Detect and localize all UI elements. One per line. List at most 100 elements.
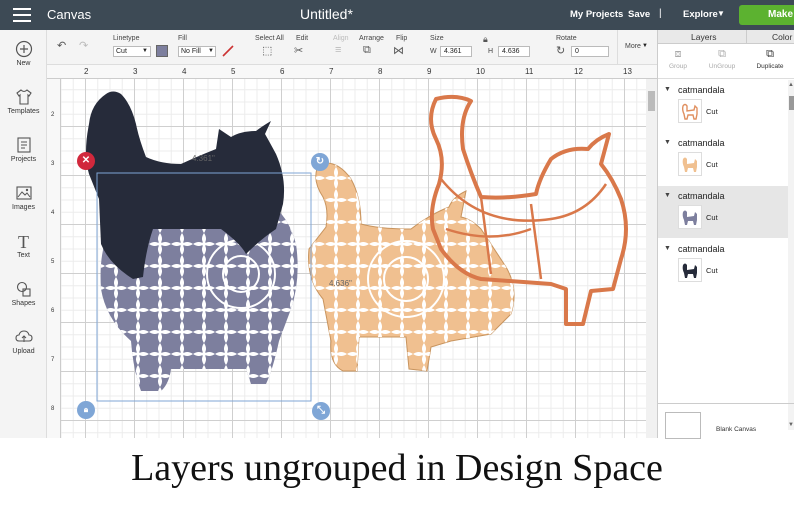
rotate-icon[interactable]: ↻ xyxy=(556,44,565,57)
caret-up-icon[interactable]: ▲ xyxy=(788,82,794,88)
tab-color[interactable]: Color xyxy=(772,32,792,42)
redo-icon[interactable]: ↷ xyxy=(79,39,88,52)
sidebar-item-label: Templates xyxy=(7,108,40,115)
document-title[interactable]: Untitled* xyxy=(300,6,353,22)
ruler-tick: 5 xyxy=(51,259,55,265)
blank-canvas-row[interactable]: Blank Canvas xyxy=(658,403,794,439)
scissors-icon[interactable]: ✂ xyxy=(294,44,303,57)
no-fill-icon[interactable] xyxy=(221,44,235,58)
arrange-icon[interactable]: ⧉ xyxy=(363,44,371,57)
group-icon: ⧈ xyxy=(674,48,682,60)
sidebar-item-projects[interactable]: Projects xyxy=(0,136,47,163)
save-link[interactable]: Save xyxy=(628,9,650,20)
tab-layers[interactable]: Layers xyxy=(691,32,717,42)
chevron-down-icon[interactable]: ▼ xyxy=(717,9,725,18)
canvas-scrollbar[interactable] xyxy=(646,79,657,438)
sidebar-item-label: Projects xyxy=(10,156,37,163)
ruler-tick: 6 xyxy=(280,67,285,76)
arrange-label: Arrange xyxy=(359,35,384,42)
canvas-label: Canvas xyxy=(47,7,92,22)
width-dimension: 4.361" xyxy=(192,154,215,163)
peach-cat-layer[interactable] xyxy=(308,162,515,372)
width-input[interactable]: 4.361 xyxy=(440,46,472,57)
sidebar-item-upload[interactable]: Upload xyxy=(0,328,47,355)
left-sidebar: New Templates Projects Images T Text Sha… xyxy=(0,30,47,438)
sidebar-item-label: Upload xyxy=(12,348,35,355)
height-dimension: 4.636" xyxy=(329,279,352,288)
caret-down-icon[interactable]: ▼ xyxy=(664,139,671,146)
plus-circle-icon xyxy=(0,40,47,60)
sidebar-item-shapes[interactable]: Shapes xyxy=(0,280,47,307)
explore-menu[interactable]: Explore xyxy=(683,9,718,20)
sidebar-item-label: Images xyxy=(12,204,35,211)
align-label: Align xyxy=(333,35,349,42)
rotate-handle-icon[interactable]: ↻ xyxy=(311,153,329,171)
make-button[interactable]: Make xyxy=(739,5,794,25)
ruler-tick: 3 xyxy=(133,67,138,76)
design-canvas[interactable]: ✕ ↻ 🔒︎ ⤡ 4.361" 4.636" xyxy=(61,79,646,438)
chevron-down-icon: ▼ xyxy=(142,48,148,54)
ruler-tick: 12 xyxy=(574,67,583,76)
ruler-tick: 13 xyxy=(623,67,632,76)
layer-group-selected[interactable]: ▼ catmandala Cut xyxy=(658,186,788,238)
linetype-color-swatch[interactable] xyxy=(156,45,168,57)
size-label: Size xyxy=(430,35,444,42)
linetype-select[interactable]: Cut ▼ xyxy=(113,46,151,57)
sidebar-item-templates[interactable]: Templates xyxy=(0,88,47,115)
ruler-top: 2 3 4 5 6 7 8 9 10 11 12 13 xyxy=(47,65,657,79)
caret-down-icon[interactable]: ▼ xyxy=(664,86,671,93)
undo-icon[interactable]: ↶ xyxy=(57,39,66,52)
select-all-icon[interactable]: ⬚ xyxy=(262,44,272,57)
edit-label: Edit xyxy=(296,35,309,42)
select-all-label: Select All xyxy=(255,35,284,42)
rotate-label: Rotate xyxy=(556,35,577,42)
group-button[interactable]: ⧈ Group xyxy=(658,48,698,70)
caption: Layers ungrouped in Design Space xyxy=(131,447,663,489)
more-button[interactable]: More xyxy=(625,43,641,50)
ungroup-label: UnGroup xyxy=(708,63,736,70)
caret-down-icon[interactable]: ▼ xyxy=(664,245,671,252)
ruler-tick: 7 xyxy=(51,357,55,363)
layer-group-title: catmandala xyxy=(678,85,725,95)
lock-handle-icon[interactable]: 🔒︎ xyxy=(77,401,95,419)
caret-down-icon[interactable]: ▼ xyxy=(664,192,671,199)
flip-icon[interactable]: ⋈ xyxy=(393,44,404,57)
ruler-tick: 3 xyxy=(51,161,55,167)
menu-icon[interactable] xyxy=(13,8,31,22)
ungroup-button[interactable]: ⧉ UnGroup xyxy=(702,48,742,70)
edit-toolbar: ↶ ↷ Linetype Cut ▼ Fill No Fill ▼ Select… xyxy=(47,30,657,65)
lock-icon[interactable]: 🔒︎ xyxy=(483,34,488,45)
layer-operation: Cut xyxy=(706,266,718,275)
top-bar: Canvas Untitled* My Projects Save | Expl… xyxy=(0,0,794,30)
shapes-icon xyxy=(0,280,47,300)
my-projects-link[interactable]: My Projects xyxy=(570,9,623,20)
resize-handle-icon[interactable]: ⤡ xyxy=(312,402,330,420)
chevron-down-icon[interactable]: ▼ xyxy=(642,43,648,49)
height-input[interactable]: 4.636 xyxy=(498,46,530,57)
layer-group[interactable]: ▼ catmandala Cut xyxy=(658,133,788,185)
panel-scrollbar[interactable]: ▲ ▼ xyxy=(788,80,794,430)
delete-handle-icon[interactable]: ✕ xyxy=(77,152,95,170)
width-label: W xyxy=(430,48,437,55)
layer-group-title: catmandala xyxy=(678,244,725,254)
fill-select[interactable]: No Fill ▼ xyxy=(178,46,216,57)
flip-label: Flip xyxy=(396,35,408,42)
fill-label: Fill xyxy=(178,35,187,42)
ungroup-icon: ⧉ xyxy=(718,48,726,60)
blank-canvas-swatch[interactable] xyxy=(665,412,701,439)
sidebar-item-text[interactable]: T Text xyxy=(0,232,47,259)
sidebar-item-label: New xyxy=(16,60,31,67)
rotate-input[interactable]: 0 xyxy=(571,46,609,57)
layer-actions: ⧈ Group ⧉ UnGroup ⧉ Duplicate xyxy=(658,44,794,79)
layer-group[interactable]: ▼ catmandala Cut xyxy=(658,239,788,291)
duplicate-button[interactable]: ⧉ Duplicate xyxy=(750,48,790,70)
align-icon[interactable]: ≡ xyxy=(335,44,341,56)
sidebar-item-images[interactable]: Images xyxy=(0,184,47,211)
text-icon: T xyxy=(18,232,29,252)
ruler-tick: 7 xyxy=(329,67,334,76)
layer-group[interactable]: ▼ catmandala Cut xyxy=(658,80,788,132)
sidebar-item-new[interactable]: New xyxy=(0,40,47,67)
layer-operation: Cut xyxy=(706,107,718,116)
duplicate-label: Duplicate xyxy=(756,63,784,70)
ruler-tick: 5 xyxy=(231,67,236,76)
